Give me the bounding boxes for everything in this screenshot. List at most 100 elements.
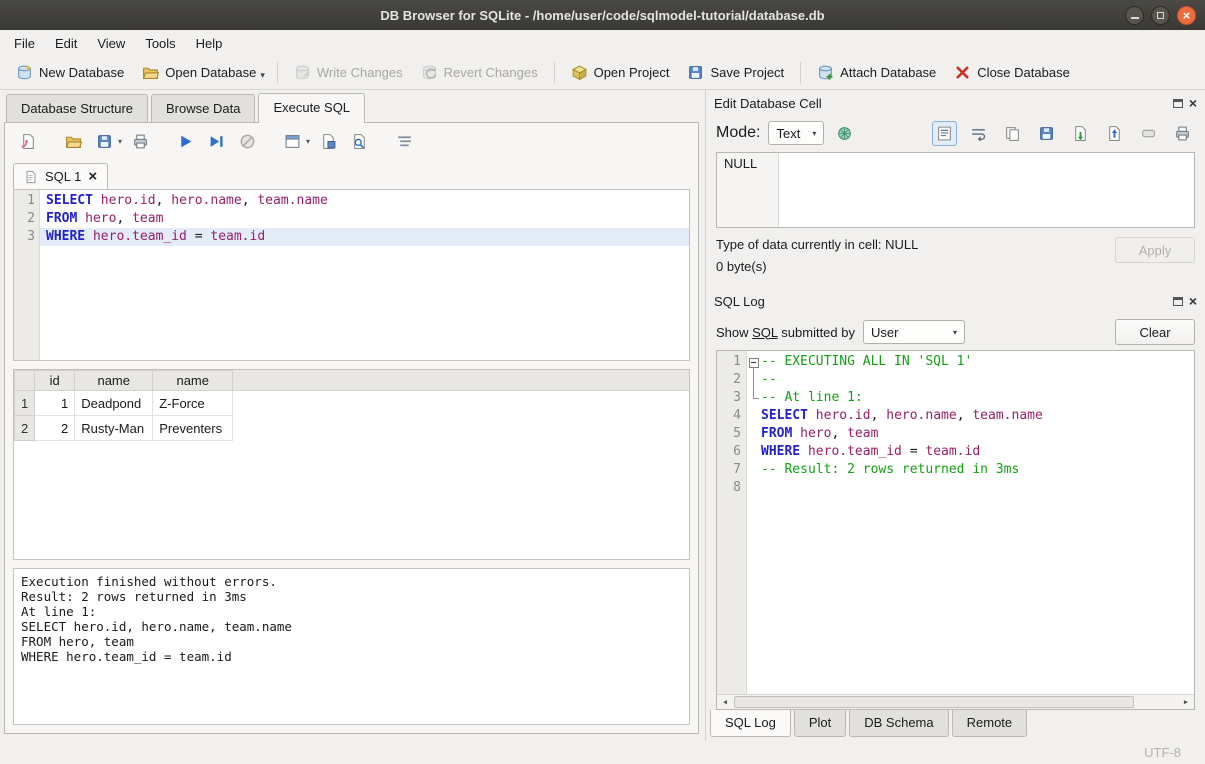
submitted-by-combobox[interactable]: User ▾ bbox=[863, 320, 965, 344]
export-results-dropdown-icon[interactable]: ▾ bbox=[306, 137, 310, 146]
column-header-name[interactable]: name bbox=[75, 371, 153, 391]
print-button[interactable] bbox=[127, 128, 153, 154]
cell[interactable]: 1 bbox=[35, 391, 75, 416]
minimize-icon[interactable] bbox=[1125, 6, 1144, 25]
mode-config-icon bbox=[836, 125, 853, 142]
export-results-button[interactable] bbox=[279, 128, 305, 154]
menu-file[interactable]: File bbox=[4, 30, 45, 56]
close-database-label: Close Database bbox=[977, 65, 1070, 80]
new-tab-button[interactable] bbox=[15, 128, 41, 154]
copy-button[interactable] bbox=[1000, 121, 1025, 146]
bottom-tab-plot[interactable]: Plot bbox=[794, 710, 846, 737]
apply-button[interactable]: Apply bbox=[1115, 237, 1195, 263]
save-results-button[interactable] bbox=[315, 128, 341, 154]
cell[interactable]: Z-Force bbox=[153, 391, 233, 416]
scroll-right-icon[interactable]: ▶ bbox=[1178, 695, 1194, 709]
bottom-tab-sql-log[interactable]: SQL Log bbox=[710, 710, 791, 737]
fold-marker-icon[interactable] bbox=[747, 371, 761, 389]
sql-editor-code[interactable]: SELECT hero.id, hero.name, team.nameFROM… bbox=[40, 190, 689, 360]
mode-combobox[interactable]: Text ▾ bbox=[768, 121, 824, 145]
open-database-dropdown-icon[interactable]: ▾ bbox=[260, 62, 269, 83]
sql-log-line: -- At line 1: bbox=[747, 389, 1194, 407]
line-number: 8 bbox=[717, 479, 741, 497]
sql-log-code[interactable]: -- EXECUTING ALL IN 'SQL 1'---- At line … bbox=[747, 351, 1194, 694]
cell-text-button[interactable] bbox=[932, 121, 957, 146]
scroll-left-icon[interactable]: ◀ bbox=[717, 695, 733, 709]
attach-database-button[interactable]: Attach Database bbox=[809, 61, 944, 84]
scrollbar-thumb[interactable] bbox=[734, 696, 1134, 708]
undock-icon[interactable] bbox=[1173, 99, 1183, 108]
execute-sql-panel: ▾ ▾ SQL 1 × 123 SELECT hero.id, hero.name… bbox=[4, 122, 699, 734]
dock-close-icon[interactable]: × bbox=[1189, 96, 1197, 110]
import-cell-button[interactable] bbox=[1068, 121, 1093, 146]
save-project-button[interactable]: Save Project bbox=[679, 61, 792, 84]
horizontal-scrollbar[interactable]: ◀ ▶ bbox=[717, 694, 1194, 709]
execute-line-button[interactable] bbox=[203, 128, 229, 154]
tab-execute-sql[interactable]: Execute SQL bbox=[258, 93, 365, 123]
fold-marker-icon[interactable] bbox=[747, 353, 761, 371]
close-icon[interactable]: × bbox=[1177, 6, 1196, 25]
document-icon bbox=[24, 170, 38, 184]
maximize-icon[interactable] bbox=[1151, 6, 1170, 25]
sql-editor[interactable]: 123 SELECT hero.id, hero.name, team.name… bbox=[13, 189, 690, 361]
export-cell-button[interactable] bbox=[1102, 121, 1127, 146]
cell-text-icon bbox=[936, 125, 953, 142]
mode-config-button[interactable] bbox=[832, 121, 857, 146]
stop-button[interactable] bbox=[234, 128, 260, 154]
print-button[interactable] bbox=[1170, 121, 1195, 146]
fold-spacer bbox=[747, 479, 761, 497]
open-sql-file-button[interactable] bbox=[60, 128, 86, 154]
save-sql-file-button[interactable] bbox=[91, 128, 117, 154]
close-tab-icon[interactable]: × bbox=[88, 171, 97, 183]
menu-help[interactable]: Help bbox=[186, 30, 233, 56]
menu-tools[interactable]: Tools bbox=[135, 30, 185, 56]
toolbar-separator bbox=[800, 62, 801, 84]
open-project-button[interactable]: Open Project bbox=[563, 61, 678, 84]
cell[interactable]: 2 bbox=[35, 416, 75, 441]
sql-editor-line[interactable]: SELECT hero.id, hero.name, team.name bbox=[40, 192, 689, 210]
cell[interactable]: Preventers bbox=[153, 416, 233, 441]
write-changes-button[interactable]: Write Changes bbox=[286, 61, 411, 84]
revert-changes-button[interactable]: Revert Changes bbox=[413, 61, 546, 84]
sql-editor-line[interactable]: WHERE hero.team_id = team.id bbox=[40, 228, 689, 246]
execution-log-line: Execution finished without errors. bbox=[21, 574, 682, 589]
undock-icon[interactable] bbox=[1173, 297, 1183, 306]
word-wrap-button[interactable] bbox=[966, 121, 991, 146]
menu-edit[interactable]: Edit bbox=[45, 30, 87, 56]
column-header-name[interactable]: name bbox=[153, 371, 233, 391]
menu-view[interactable]: View bbox=[87, 30, 135, 56]
sql-tab[interactable]: SQL 1 × bbox=[13, 163, 108, 189]
dock-close-icon[interactable]: × bbox=[1189, 294, 1197, 308]
cell[interactable]: Rusty-Man bbox=[75, 416, 153, 441]
cell[interactable]: Deadpond bbox=[75, 391, 153, 416]
write-changes-icon bbox=[294, 64, 311, 81]
tab-browse-data[interactable]: Browse Data bbox=[151, 94, 255, 122]
line-number: 6 bbox=[717, 443, 741, 461]
window-controls: × bbox=[1125, 6, 1205, 25]
sql-log-editor[interactable]: 12345678 -- EXECUTING ALL IN 'SQL 1'----… bbox=[716, 350, 1195, 710]
sql-editor-line[interactable]: FROM hero, team bbox=[40, 210, 689, 228]
fold-marker-icon[interactable] bbox=[747, 389, 761, 407]
execution-message-box[interactable]: Execution finished without errors.Result… bbox=[13, 568, 690, 725]
null-button[interactable] bbox=[1136, 121, 1161, 146]
cell-editor[interactable]: NULL bbox=[716, 152, 1195, 228]
column-header-id[interactable]: id bbox=[35, 371, 75, 391]
main-content: Database StructureBrowse DataExecute SQL… bbox=[0, 90, 1205, 740]
bottom-tab-db-schema[interactable]: DB Schema bbox=[849, 710, 948, 737]
execute-all-button[interactable] bbox=[172, 128, 198, 154]
find-replace-icon bbox=[351, 133, 368, 150]
open-database-button[interactable]: Open Database bbox=[134, 61, 264, 84]
close-database-button[interactable]: Close Database bbox=[946, 61, 1078, 84]
results-grid[interactable]: idnamename 11DeadpondZ-Force22Rusty-ManP… bbox=[13, 369, 690, 560]
find-replace-button[interactable] bbox=[346, 128, 372, 154]
titlebar[interactable]: DB Browser for SQLite - /home/user/code/… bbox=[0, 0, 1205, 30]
tab-database-structure[interactable]: Database Structure bbox=[6, 94, 148, 122]
save-as-button[interactable] bbox=[1034, 121, 1059, 146]
format-button[interactable] bbox=[391, 128, 417, 154]
new-database-button[interactable]: New Database bbox=[8, 61, 132, 84]
cell-info: Type of data currently in cell: NULL 0 b… bbox=[706, 228, 1205, 288]
scrollbar-track[interactable] bbox=[733, 695, 1178, 709]
bottom-tab-remote[interactable]: Remote bbox=[952, 710, 1028, 737]
save-sql-file-dropdown-icon[interactable]: ▾ bbox=[118, 137, 122, 146]
clear-button[interactable]: Clear bbox=[1115, 319, 1195, 345]
